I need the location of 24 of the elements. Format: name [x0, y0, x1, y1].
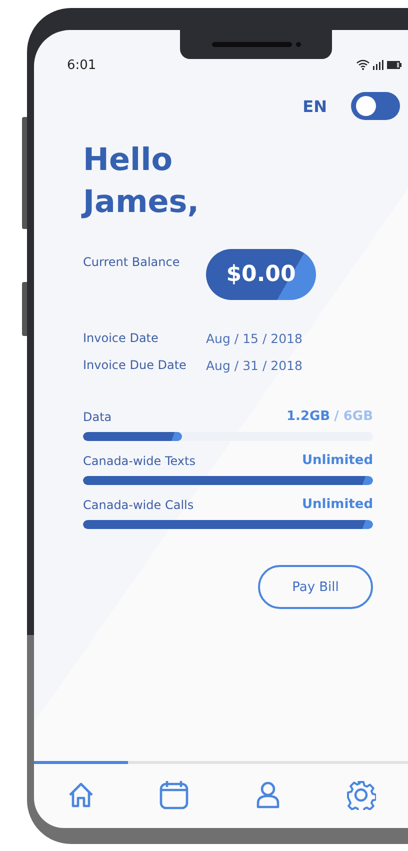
pay-bill-button[interactable]: Pay Bill — [258, 565, 373, 609]
usage-label: Canada-wide Texts — [83, 454, 196, 468]
person-icon — [256, 781, 280, 809]
language-label: EN — [302, 96, 327, 116]
usage-label: Canada-wide Calls — [83, 498, 194, 512]
calendar-icon — [159, 780, 190, 810]
usage-amount: Unlimited — [302, 453, 373, 468]
invoice-value: Aug / 31 / 2018 — [206, 358, 302, 373]
invoice-label: Invoice Date — [83, 331, 160, 346]
usage-amount: 1.2GB — [286, 409, 330, 424]
settings-icon — [346, 780, 376, 810]
usage-total: / 6GB — [334, 409, 373, 424]
status-time: 6:01 — [67, 58, 96, 72]
home-icon — [66, 781, 95, 809]
invoice-value: Aug / 15 / 2018 — [206, 331, 302, 346]
usage-label: Data — [83, 410, 112, 424]
status-icons-drawing — [356, 59, 404, 71]
greeting-heading: Hello — [83, 141, 174, 180]
language-toggle[interactable] — [351, 92, 400, 120]
balance-label: Current Balance — [83, 255, 181, 269]
balance-amount: $0.00 — [206, 249, 316, 300]
invoice-label: Invoice Due Date — [83, 358, 188, 373]
usage-amount: Unlimited — [302, 497, 373, 512]
greeting-heading: James, — [83, 183, 200, 222]
